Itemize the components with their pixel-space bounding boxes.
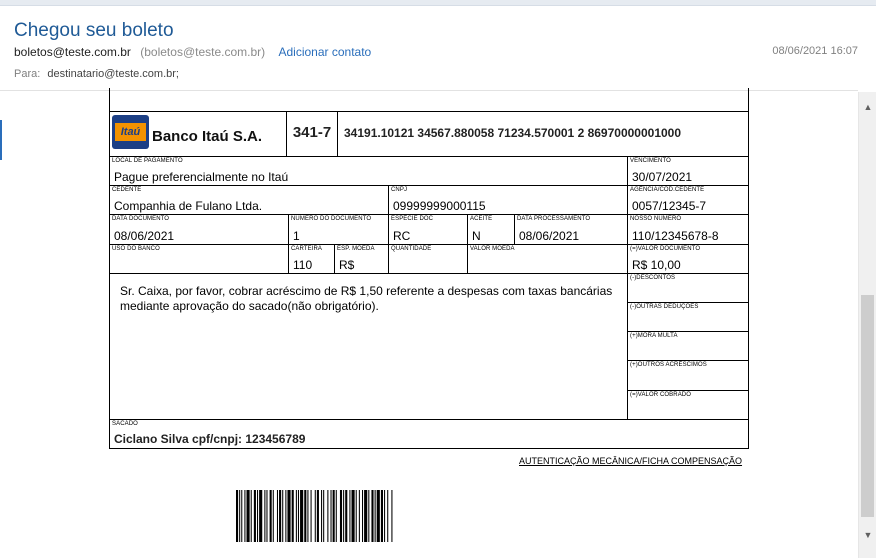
autenticacao-label: AUTENTICAÇÃO MECÂNICA/FICHA COMPENSAÇÃO	[519, 456, 743, 466]
data-processamento-label: DATA PROCESSAMENTO	[517, 216, 591, 222]
cedente-label: CEDENTE	[112, 187, 142, 193]
carteira-label: CARTEIRA	[291, 246, 323, 252]
aceite-field: ACEITE N	[467, 214, 515, 245]
valor-cobrado-label: (=)VALOR COBRADO	[630, 392, 691, 398]
data-processamento-value: 08/06/2021	[519, 229, 580, 243]
digitable-line: 34191.10121 34567.880058 71234.570001 2 …	[337, 111, 749, 157]
valor-documento-value: R$ 10,00	[632, 258, 681, 272]
recipient-address[interactable]: destinatario@teste.com.br;	[47, 68, 179, 80]
sender-name[interactable]: boletos@teste.com.br	[14, 45, 131, 59]
bank-code: 341-7	[286, 111, 338, 157]
sacado-label: SACADO	[112, 421, 138, 427]
esp-moeda-field: ESP. MOEDA R$	[334, 244, 389, 274]
esp-moeda-value: R$	[339, 258, 355, 272]
vencimento-label: VENCIMENTO	[630, 158, 671, 164]
quantidade-label: QUANTIDADE	[391, 246, 432, 252]
data-documento-value: 08/06/2021	[114, 229, 175, 243]
especie-doc-value: RC	[393, 229, 411, 243]
add-contact-link[interactable]: Adicionar contato	[279, 45, 372, 59]
mora-multa-label: (+)MORA MULTA	[630, 333, 678, 339]
valor-moeda-label: VALOR MOEDA	[470, 246, 515, 252]
instructions-text: Sr. Caixa, por favor, cobrar acréscimo d…	[120, 284, 613, 313]
cedente-value: Companhia de Fulano Ltda.	[114, 199, 263, 213]
descontos-field: (-)DESCONTOS	[627, 273, 749, 303]
carteira-value: 110	[293, 258, 313, 272]
vencimento-value: 30/07/2021	[632, 170, 693, 184]
sender-line: boletos@teste.com.br (boletos@teste.com.…	[14, 45, 371, 59]
cnpj-label: CNPJ	[391, 187, 408, 193]
email-reading-pane: Chegou seu boleto boletos@teste.com.br (…	[0, 0, 876, 558]
left-accent-bar	[0, 120, 2, 160]
recipient-line: Para: destinatario@teste.com.br;	[14, 68, 179, 80]
especie-doc-field: ESPÉCIE DOC RC	[388, 214, 468, 245]
bank-name: Banco Itaú S.A.	[152, 128, 263, 145]
data-processamento-field: DATA PROCESSAMENTO 08/06/2021	[514, 214, 628, 245]
outros-acrescimos-label: (+)OUTROS ACRÉSCIMOS	[630, 362, 707, 368]
esp-moeda-label: ESP. MOEDA	[337, 246, 375, 252]
chevron-up-icon[interactable]: ▲	[863, 102, 873, 112]
itau-logo-icon: Itaú	[112, 115, 149, 149]
uso-banco-field: USO DO BANCO	[109, 244, 289, 274]
data-documento-label: DATA DOCUMENTO	[112, 216, 170, 222]
valor-moeda-field: VALOR MOEDA	[467, 244, 628, 274]
barcode-image	[236, 490, 393, 542]
scrollbar-thumb[interactable]	[861, 295, 874, 517]
valor-cobrado-field: (=)VALOR COBRADO	[627, 390, 749, 420]
to-label: Para:	[14, 68, 41, 80]
vencimento-field: VENCIMENTO 30/07/2021	[627, 156, 749, 186]
valor-documento-field: (=)VALOR DOCUMENTO R$ 10,00	[627, 244, 749, 274]
chevron-down-icon[interactable]: ▼	[863, 530, 873, 540]
valor-documento-label: (=)VALOR DOCUMENTO	[630, 246, 701, 252]
agencia-label: AGÊNCIA/CÓD.CEDENTE	[630, 187, 705, 193]
boleto-top-fragment	[109, 88, 749, 112]
carteira-field: CARTEIRA 110	[288, 244, 335, 274]
nosso-numero-label: NOSSO NÚMERO	[630, 216, 682, 222]
data-documento-field: DATA DOCUMENTO 08/06/2021	[109, 214, 289, 245]
agencia-field: AGÊNCIA/CÓD.CEDENTE 0057/12345-7	[627, 185, 749, 215]
numero-documento-label: NÚMERO DO DOCUMENTO	[291, 216, 372, 222]
nosso-numero-value: 110/12345678-8	[632, 229, 719, 243]
bank-logo-cell: Itaú Banco Itaú S.A.	[109, 111, 287, 157]
especie-doc-label: ESPÉCIE DOC	[391, 216, 434, 222]
vertical-scrollbar[interactable]: ▲ ▼	[858, 92, 876, 558]
cedente-field: CEDENTE Companhia de Fulano Ltda.	[109, 185, 389, 215]
agencia-value: 0057/12345-7	[632, 199, 707, 213]
nosso-numero-field: NOSSO NÚMERO 110/12345678-8	[627, 214, 749, 245]
sender-email: (boletos@teste.com.br)	[140, 45, 266, 59]
window-top-border	[0, 0, 876, 6]
instructions-field: Sr. Caixa, por favor, cobrar acréscimo d…	[109, 273, 628, 420]
sacado-field: SACADO Ciclano Silva cpf/cnpj: 123456789	[109, 419, 749, 449]
email-subject: Chegou seu boleto	[14, 20, 174, 41]
local-pagamento-field: LOCAL DE PAGAMENTO Pague preferencialmen…	[109, 156, 628, 186]
uso-banco-label: USO DO BANCO	[112, 246, 160, 252]
cnpj-field: CNPJ 09999999000115	[388, 185, 628, 215]
quantidade-field: QUANTIDADE	[388, 244, 468, 274]
aceite-value: N	[472, 229, 481, 243]
outras-deducoes-label: (-)OUTRAS DEDUÇÕES	[630, 304, 699, 310]
outras-deducoes-field: (-)OUTRAS DEDUÇÕES	[627, 302, 749, 332]
cnpj-value: 09999999000115	[393, 199, 486, 213]
local-pagamento-label: LOCAL DE PAGAMENTO	[112, 158, 183, 164]
email-date: 08/06/2021 16:07	[772, 45, 858, 57]
boleto-document: Itaú Banco Itaú S.A. 341-7 34191.10121 3…	[109, 88, 749, 450]
descontos-label: (-)DESCONTOS	[630, 275, 676, 281]
numero-documento-field: NÚMERO DO DOCUMENTO 1	[288, 214, 389, 245]
numero-documento-value: 1	[293, 229, 300, 243]
sacado-value: Ciclano Silva cpf/cnpj: 123456789	[114, 432, 306, 446]
aceite-label: ACEITE	[470, 216, 493, 222]
logo-text: Itaú	[115, 123, 146, 141]
local-pagamento-value: Pague preferencialmente no Itaú	[114, 170, 289, 184]
outros-acrescimos-field: (+)OUTROS ACRÉSCIMOS	[627, 360, 749, 391]
mora-multa-field: (+)MORA MULTA	[627, 331, 749, 361]
